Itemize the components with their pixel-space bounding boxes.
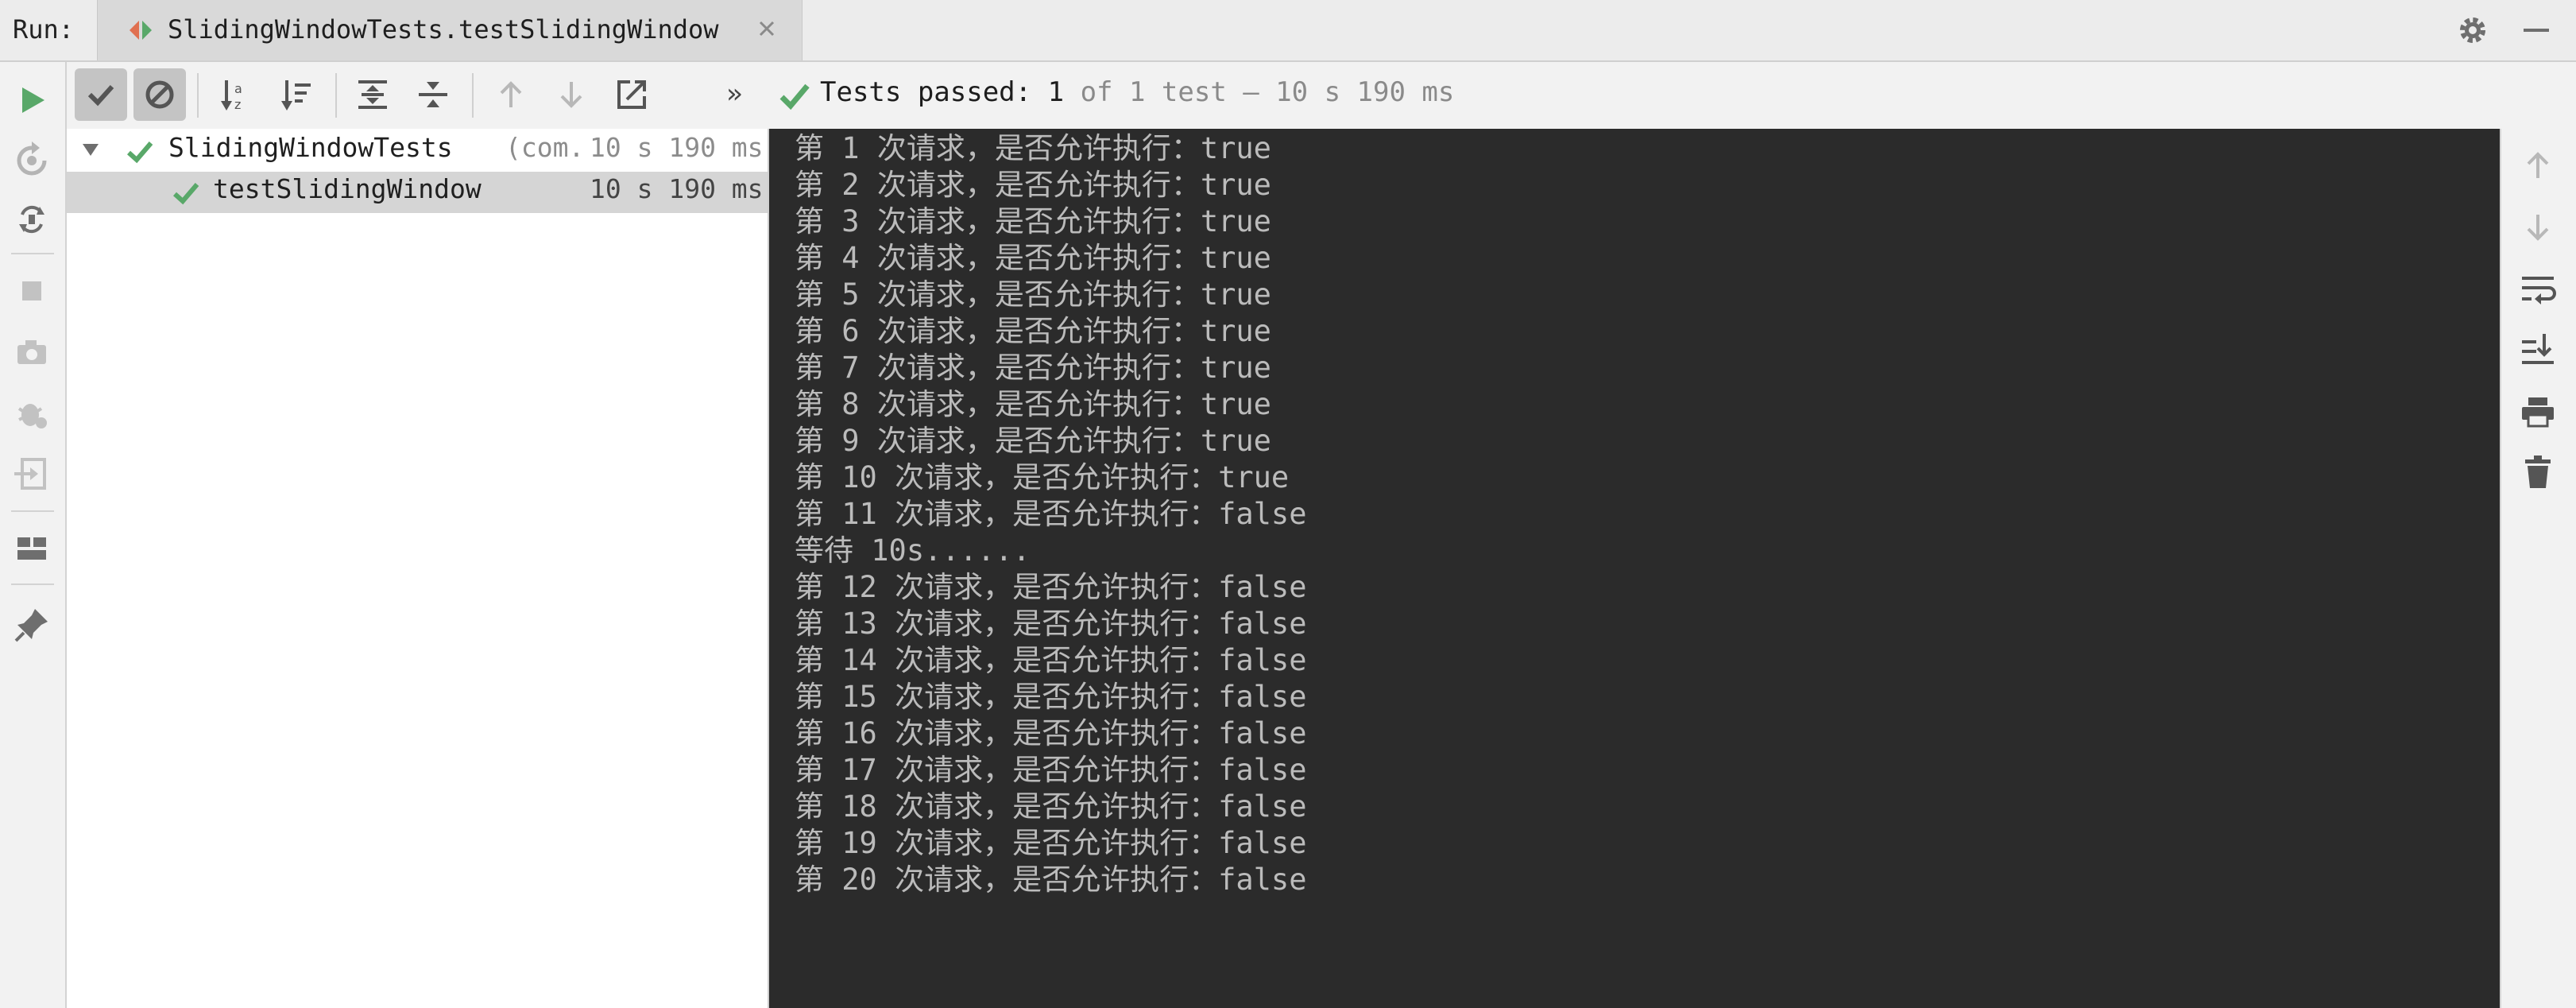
collapse-all-icon — [419, 82, 447, 107]
export-icon — [617, 80, 646, 109]
console-line: 第 10 次请求，是否允许执行：true — [795, 460, 1290, 494]
scroll-to-end-icon[interactable] — [2517, 329, 2559, 370]
status-count: 1 — [1047, 76, 1065, 108]
soft-wrap-icon[interactable] — [2517, 269, 2559, 310]
console-line: 第 5 次请求，是否允许执行：true — [795, 277, 1271, 312]
console-line: 第 6 次请求，是否允许执行：true — [795, 314, 1271, 348]
close-icon[interactable] — [749, 11, 784, 46]
separator — [472, 73, 474, 118]
more-actions-button[interactable]: » — [726, 78, 742, 110]
tree-node-test-method[interactable]: testSlidingWindow 10 s 190 ms — [67, 172, 768, 213]
console-line: 第 19 次请求，是否允许执行：false — [795, 826, 1307, 860]
arrow-up-icon — [500, 81, 522, 107]
console-line: 第 3 次请求，是否允许执行：true — [795, 204, 1271, 238]
tab-title: SlidingWindowTests.testSlidingWindow — [168, 14, 719, 45]
console-output[interactable]: 第 1 次请求，是否允许执行：true 第 2 次请求，是否允许执行：true 第 … — [769, 129, 2500, 1008]
svg-text:z: z — [234, 97, 241, 112]
test-method-name: testSlidingWindow — [213, 173, 482, 204]
separator — [335, 73, 337, 118]
console-line: 第 14 次请求，是否允许执行：false — [795, 643, 1307, 677]
ignored-icon — [145, 80, 174, 109]
scroll-up-icon[interactable] — [2517, 145, 2559, 186]
test-config-icon — [130, 21, 152, 40]
console-line: 第 13 次请求，是否允许执行：false — [795, 607, 1307, 641]
separator — [11, 253, 54, 254]
expand-triangle-icon[interactable] — [79, 138, 102, 161]
console-line: 第 7 次请求，是否允许执行：true — [795, 351, 1271, 385]
gear-icon[interactable] — [2454, 11, 2492, 49]
show-ignored-button[interactable] — [133, 68, 186, 121]
test-results-tree[interactable]: SlidingWindowTests (com. 10 s 190 ms tes… — [67, 129, 769, 1008]
arrow-down-icon — [560, 82, 582, 108]
previous-failed-button[interactable] — [485, 68, 537, 121]
console-line: 第 9 次请求，是否允许执行：true — [795, 424, 1271, 458]
passed-check-icon — [779, 83, 810, 110]
status-label: Tests passed: — [820, 76, 1032, 108]
show-passed-button[interactable] — [75, 68, 127, 121]
test-class-duration: 10 s 190 ms — [590, 132, 764, 163]
test-method-duration: 10 s 190 ms — [590, 173, 764, 204]
separator — [11, 583, 54, 585]
console-side-toolbar — [2500, 129, 2576, 1008]
toggle-auto-test-icon[interactable] — [11, 199, 52, 240]
layout-icon[interactable] — [11, 528, 52, 569]
run-tool-window-header: Run: SlidingWindowTests.testSlidingWindo… — [0, 0, 2576, 62]
stop-icon[interactable] — [11, 270, 52, 312]
rerun-failed-icon[interactable] — [11, 140, 52, 181]
sort-duration-icon — [281, 80, 311, 110]
debug-icon[interactable] — [11, 393, 52, 434]
collapse-all-button[interactable] — [407, 68, 459, 121]
console-line: 等待 10s...... — [795, 533, 1031, 568]
separator — [197, 73, 199, 118]
sort-alpha-icon: a z — [221, 80, 242, 112]
camera-icon[interactable] — [11, 332, 52, 374]
tab-sliding-window-tests[interactable]: SlidingWindowTests.testSlidingWindow — [97, 0, 803, 60]
separator — [11, 510, 54, 512]
next-failed-button[interactable] — [545, 68, 598, 121]
console-line: 第 20 次请求，是否允许执行：false — [795, 863, 1307, 897]
check-icon — [87, 84, 114, 107]
test-class-package: (com. — [505, 132, 585, 163]
sort-by-duration-button[interactable] — [270, 68, 323, 121]
test-class-name: SlidingWindowTests — [168, 132, 453, 163]
test-status-summary: Tests passed: 1 of 1 test – 10 s 190 ms — [820, 76, 1454, 108]
expand-all-button[interactable] — [346, 68, 399, 121]
console-line: 第 1 次请求，是否允许执行：true — [795, 131, 1271, 165]
passed-check-icon — [126, 142, 153, 164]
console-line: 第 2 次请求，是否允许执行：true — [795, 168, 1271, 202]
expand-all-icon — [358, 80, 387, 109]
trash-icon[interactable] — [2517, 452, 2559, 493]
pin-icon[interactable] — [11, 604, 52, 646]
scroll-down-icon[interactable] — [2517, 207, 2559, 248]
print-icon[interactable] — [2517, 391, 2559, 432]
console-line: 第 8 次请求，是否允许执行：true — [795, 387, 1271, 421]
console-line: 第 15 次请求，是否允许执行：false — [795, 680, 1307, 714]
import-tests-icon[interactable] — [11, 453, 52, 494]
console-line: 第 18 次请求，是否允许执行：false — [795, 789, 1307, 824]
console-lines: 第 1 次请求，是否允许执行：true 第 2 次请求，是否允许执行：true 第 … — [795, 130, 1306, 898]
svg-text:a: a — [234, 81, 242, 96]
export-results-button[interactable] — [605, 68, 658, 121]
test-runner-toolbar: a z » Tests passed: 1 of 1 test – 10 s 1… — [67, 62, 2576, 129]
console-line: 第 16 次请求，是否允许执行：false — [795, 716, 1307, 750]
console-line: 第 12 次请求，是否允许执行：false — [795, 570, 1307, 604]
minimize-icon[interactable] — [2517, 11, 2555, 49]
status-detail: of 1 test – 10 s 190 ms — [1080, 76, 1455, 108]
sort-alphabetically-button[interactable]: a z — [210, 68, 262, 121]
run-side-toolbar — [0, 62, 67, 1008]
passed-check-icon — [172, 183, 199, 205]
tree-node-test-class[interactable]: SlidingWindowTests (com. 10 s 190 ms — [67, 129, 768, 170]
console-line: 第 11 次请求，是否允许执行：false — [795, 497, 1307, 531]
console-line: 第 17 次请求，是否允许执行：false — [795, 753, 1307, 787]
rerun-icon[interactable] — [11, 79, 52, 121]
run-label: Run: — [13, 14, 75, 45]
console-line: 第 4 次请求，是否允许执行：true — [795, 241, 1271, 275]
